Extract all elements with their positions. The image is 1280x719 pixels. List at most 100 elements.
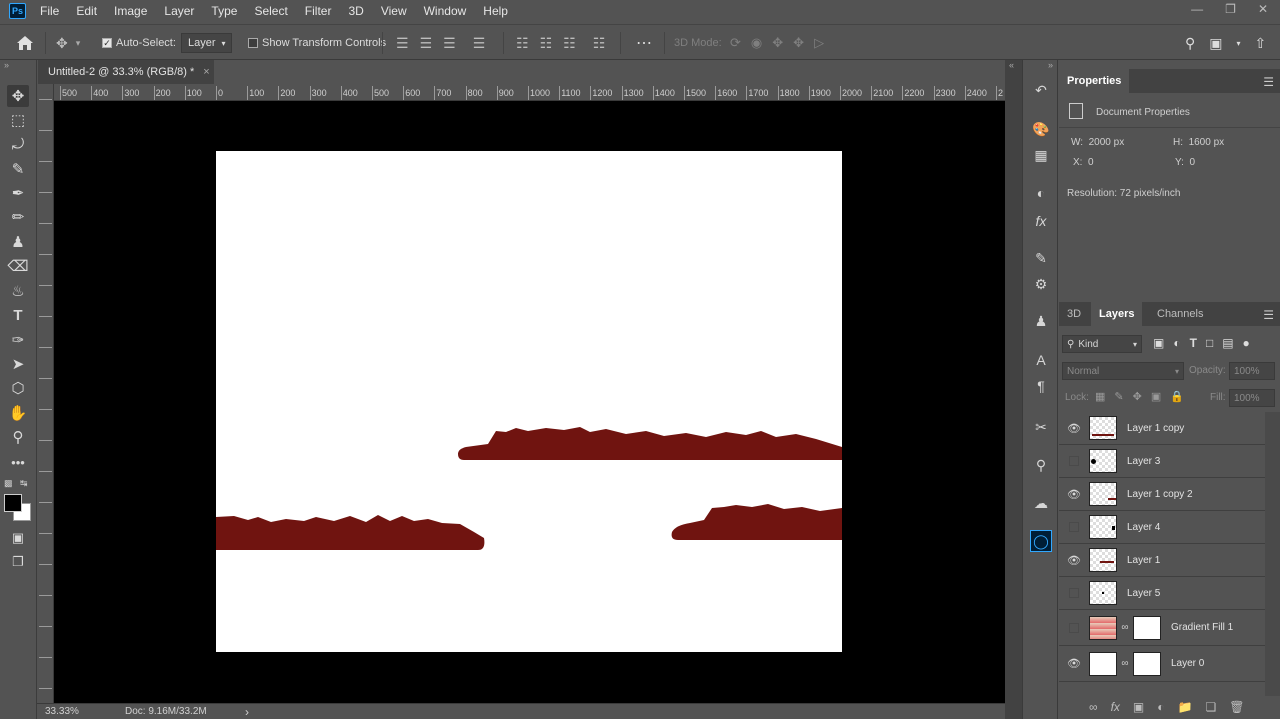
opacity-input[interactable]: 100% bbox=[1229, 362, 1275, 380]
align-center-h-icon[interactable]: ☰ bbox=[420, 35, 433, 52]
link-layers-icon[interactable]: ∞ bbox=[1089, 700, 1098, 714]
layer-row[interactable]: 👁 Layer 1 copy bbox=[1059, 412, 1265, 445]
history-icon[interactable]: ↶ bbox=[1030, 79, 1052, 101]
menu-type[interactable]: Type bbox=[211, 4, 237, 18]
tab-layers[interactable]: Layers bbox=[1091, 302, 1143, 326]
document-canvas[interactable] bbox=[216, 151, 842, 652]
vertical-ruler[interactable] bbox=[37, 84, 54, 703]
character-icon[interactable]: A bbox=[1030, 349, 1052, 371]
zoom-tool-icon[interactable]: ⚲ bbox=[7, 426, 29, 448]
3d-roll-icon[interactable]: ◉ bbox=[751, 35, 762, 51]
layer-mask-thumbnail[interactable] bbox=[1133, 651, 1161, 676]
quick-mask-icon[interactable]: ▣ bbox=[7, 527, 29, 549]
close-icon[interactable]: × bbox=[203, 66, 209, 78]
path-select-tool-icon[interactable]: ➤ bbox=[7, 353, 29, 375]
workspace-icon[interactable]: ▣ bbox=[1209, 35, 1222, 52]
eyedropper-tool-icon[interactable]: ✒ bbox=[7, 182, 29, 204]
align-bottom-icon[interactable]: ☷ bbox=[563, 35, 576, 52]
delete-layer-icon[interactable]: 🗑 bbox=[1229, 700, 1244, 714]
minimize-icon[interactable]: — bbox=[1191, 2, 1203, 16]
lock-transparent-icon[interactable]: ▦ bbox=[1095, 390, 1105, 403]
zoom-level[interactable]: 33.33% bbox=[45, 706, 115, 717]
link-icon[interactable]: ∞ bbox=[1120, 622, 1130, 633]
marquee-tool-icon[interactable]: ⬚ bbox=[7, 109, 29, 131]
collapse-icon[interactable]: » bbox=[4, 60, 9, 70]
chevron-down-icon[interactable]: ▾ bbox=[76, 38, 81, 49]
layer-mask-thumbnail[interactable] bbox=[1133, 615, 1161, 640]
more-tools-icon[interactable]: ••• bbox=[7, 451, 29, 473]
filter-adjustment-icon[interactable]: ◐ bbox=[1173, 336, 1180, 350]
close-icon[interactable]: ✕ bbox=[1258, 2, 1268, 16]
lock-image-icon[interactable]: ✎ bbox=[1114, 390, 1123, 403]
chevron-down-icon[interactable]: ▾ bbox=[1237, 39, 1241, 48]
collapse-panels-icon[interactable]: « bbox=[1009, 60, 1014, 70]
3d-scale-icon[interactable]: ▷ bbox=[814, 35, 824, 51]
eye-icon[interactable]: 👁 bbox=[1059, 657, 1089, 670]
auto-select-dropdown[interactable]: Layer ▾ bbox=[181, 33, 232, 53]
filter-pixel-icon[interactable]: ▣ bbox=[1153, 336, 1164, 350]
distribute-v-icon[interactable]: ☰ bbox=[473, 35, 486, 52]
document-tab[interactable]: Untitled-2 @ 33.3% (RGB/8) * × bbox=[38, 60, 214, 84]
align-top-icon[interactable]: ☷ bbox=[516, 35, 529, 52]
move-tool-icon[interactable]: ✥ bbox=[7, 85, 29, 107]
quick-select-tool-icon[interactable]: ✎ bbox=[7, 158, 29, 180]
menu-layer[interactable]: Layer bbox=[164, 4, 194, 18]
filter-type-icon[interactable]: T bbox=[1190, 336, 1197, 350]
move-tool-icon[interactable]: ✥ ▾ bbox=[56, 25, 80, 61]
layer-row[interactable]: 👁 Layer 1 bbox=[1059, 544, 1265, 577]
x-value[interactable]: 0 bbox=[1088, 157, 1094, 168]
share-icon[interactable]: ⇧ bbox=[1255, 35, 1267, 52]
layer-row[interactable]: Layer 3 bbox=[1059, 445, 1265, 478]
color-palette-icon[interactable]: 🎨 bbox=[1030, 118, 1052, 140]
layer-row[interactable]: Layer 4 bbox=[1059, 511, 1265, 544]
layer-row[interactable]: Layer 5 bbox=[1059, 577, 1265, 610]
eye-icon[interactable]: 👁 bbox=[1059, 422, 1089, 435]
home-icon[interactable] bbox=[16, 25, 34, 61]
layer-row[interactable]: 👁 ∞ Layer 0 bbox=[1059, 646, 1265, 682]
tab-channels[interactable]: Channels bbox=[1149, 302, 1211, 326]
menu-image[interactable]: Image bbox=[114, 4, 147, 18]
layer-row[interactable]: 👁 Layer 1 copy 2 bbox=[1059, 478, 1265, 511]
align-right-icon[interactable]: ☰ bbox=[443, 35, 456, 52]
lock-all-icon[interactable]: 🔒 bbox=[1170, 390, 1184, 403]
search-icon[interactable]: ⚲ bbox=[1185, 35, 1195, 52]
paint-bucket-tool-icon[interactable]: ♨ bbox=[7, 280, 29, 302]
panel-menu-icon[interactable]: ☰ bbox=[1263, 75, 1274, 89]
y-value[interactable]: 0 bbox=[1189, 157, 1195, 168]
width-value[interactable]: 2000 px bbox=[1089, 137, 1125, 148]
tool-presets-icon[interactable]: ✂ bbox=[1030, 416, 1052, 438]
visibility-toggle[interactable] bbox=[1069, 456, 1079, 466]
lock-position-icon[interactable]: ✥ bbox=[1133, 390, 1142, 403]
tab-3d[interactable]: 3D bbox=[1059, 302, 1089, 326]
lock-artboard-icon[interactable]: ▣ bbox=[1151, 390, 1161, 403]
eraser-tool-icon[interactable]: ⌫ bbox=[7, 255, 29, 277]
clone-source-icon[interactable]: ♟ bbox=[1030, 310, 1052, 332]
new-group-icon[interactable]: 📁 bbox=[1178, 700, 1193, 714]
filter-toggle-icon[interactable]: ● bbox=[1243, 336, 1250, 350]
restore-icon[interactable]: ❐ bbox=[1225, 2, 1236, 16]
add-mask-icon[interactable]: ▣ bbox=[1133, 700, 1144, 714]
panel-menu-icon[interactable]: ☰ bbox=[1263, 308, 1274, 322]
tab-properties[interactable]: Properties bbox=[1059, 69, 1130, 93]
filter-smart-object-icon[interactable]: ▤ bbox=[1222, 336, 1233, 350]
menu-file[interactable]: File bbox=[40, 4, 59, 18]
type-tool-icon[interactable]: T bbox=[7, 304, 29, 326]
auto-select-checkbox[interactable]: ✓ Auto-Select: bbox=[102, 25, 176, 61]
3d-orbit-icon[interactable]: ⟳ bbox=[730, 35, 741, 51]
align-middle-icon[interactable]: ☷ bbox=[540, 35, 553, 52]
link-icon[interactable]: ∞ bbox=[1120, 658, 1130, 669]
horizontal-ruler[interactable]: 500 400 300 200 100 0 100 200 300 400 500 600 700 800… bbox=[54, 84, 1005, 101]
navigator-icon[interactable]: ⚲ bbox=[1030, 454, 1052, 476]
menu-3d[interactable]: 3D bbox=[348, 4, 363, 18]
layers-scrollbar[interactable] bbox=[1265, 412, 1280, 696]
visibility-toggle[interactable] bbox=[1069, 522, 1079, 532]
visibility-toggle[interactable] bbox=[1069, 588, 1079, 598]
layer-style-fx-icon[interactable]: fx bbox=[1111, 700, 1120, 714]
status-menu-arrow[interactable]: › bbox=[245, 705, 249, 719]
3d-pan-icon[interactable]: ✥ bbox=[772, 35, 783, 51]
expand-panels-icon[interactable]: » bbox=[1048, 60, 1053, 70]
swatches-grid-icon[interactable]: ▦ bbox=[1030, 144, 1052, 166]
new-layer-icon[interactable]: ❏ bbox=[1205, 700, 1216, 714]
eye-icon[interactable]: 👁 bbox=[1059, 488, 1089, 501]
menu-window[interactable]: Window bbox=[424, 4, 467, 18]
